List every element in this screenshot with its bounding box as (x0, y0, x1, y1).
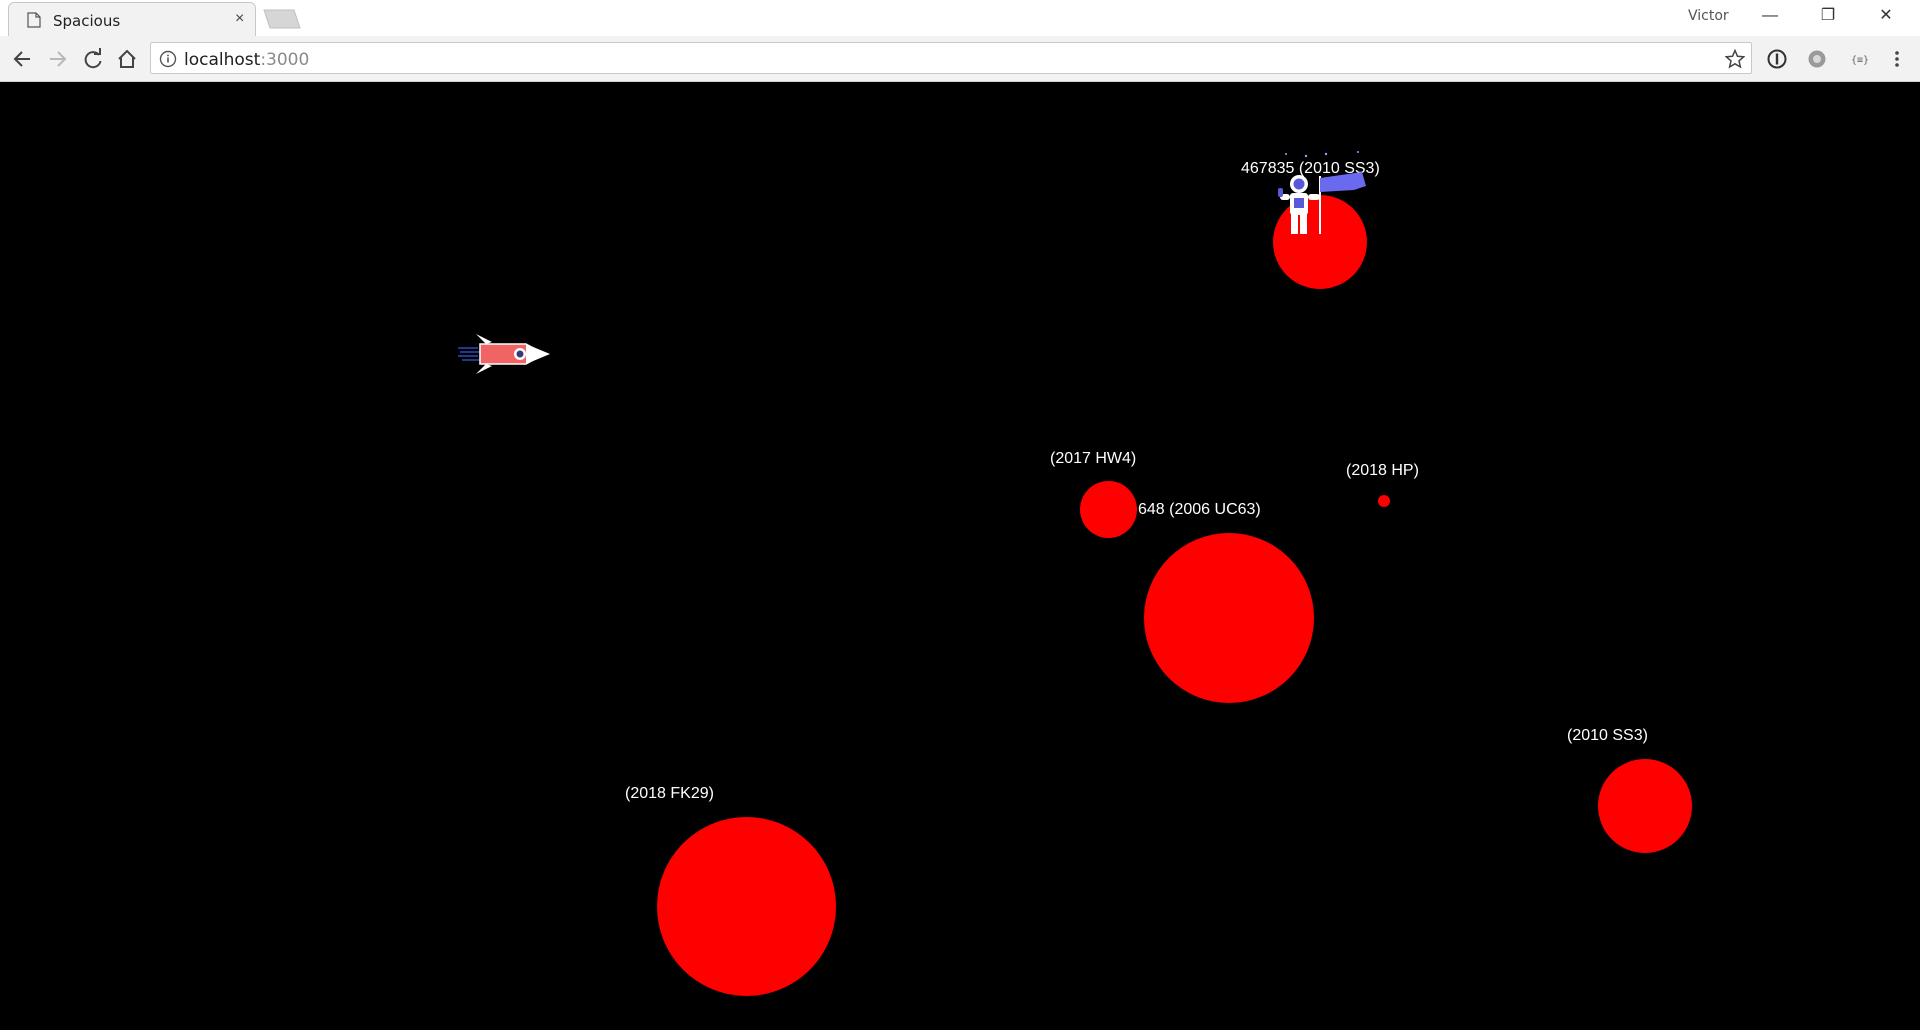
asteroid-label-648: 648 (2006 UC63) (1138, 501, 1261, 518)
url-text: localhost:3000 (184, 50, 309, 70)
page-icon (27, 12, 41, 28)
asteroid-label-2018-hp: (2018 HP) (1346, 462, 1419, 479)
rocket-icon[interactable] (456, 332, 552, 376)
minimize-button[interactable]: — (1742, 0, 1798, 32)
astronaut-icon (1278, 151, 1366, 234)
restore-button[interactable]: ❐ (1800, 0, 1856, 32)
tab-spacious[interactable]: Spacious × (8, 2, 256, 36)
new-tab-button[interactable] (262, 9, 302, 29)
asteroid-label-2018-fk29: (2018 FK29) (625, 785, 714, 802)
asteroid-2010-ss3[interactable] (1598, 759, 1692, 853)
asteroid-2017-hw4[interactable] (1080, 481, 1137, 538)
tab-strip: Spacious × Victor — ❐ ✕ (0, 0, 1920, 36)
svg-text:{≡}: {≡} (1851, 55, 1869, 66)
back-icon[interactable] (10, 46, 36, 72)
menu-icon[interactable] (1890, 48, 1904, 70)
asteroid-label-2010-ss3: (2010 SS3) (1567, 727, 1648, 744)
toolbar: localhost:3000 {≡} (0, 36, 1920, 82)
tab-close-icon[interactable]: × (235, 10, 244, 28)
json-extension-icon[interactable]: {≡} (1846, 48, 1874, 70)
close-window-button[interactable]: ✕ (1858, 0, 1914, 32)
browser-chrome: Spacious × Victor — ❐ ✕ localhost:3000 {… (0, 0, 1920, 82)
address-bar[interactable]: localhost:3000 (150, 42, 1752, 74)
gear-extension-icon[interactable] (1806, 48, 1828, 70)
asteroid-648[interactable] (1144, 533, 1314, 703)
info-extension-icon[interactable] (1766, 48, 1788, 70)
tab-title: Spacious (53, 12, 121, 30)
asteroid-2018-fk29[interactable] (657, 817, 836, 996)
asteroid-label-2017-hw4: (2017 HW4) (1050, 450, 1137, 467)
home-icon[interactable] (114, 46, 140, 72)
space-canvas: 467835 (2010 SS3) (2017 HW4) (2018 HP) 6… (0, 82, 1920, 1030)
url-port: :3000 (260, 50, 310, 70)
asteroid-2018-hp[interactable] (1378, 495, 1390, 507)
profile-name[interactable]: Victor (1688, 8, 1729, 24)
url-host: localhost (184, 50, 261, 70)
reload-icon[interactable] (80, 46, 106, 72)
star-icon[interactable] (1725, 49, 1745, 69)
forward-icon[interactable] (44, 46, 70, 72)
info-icon[interactable] (159, 50, 177, 68)
